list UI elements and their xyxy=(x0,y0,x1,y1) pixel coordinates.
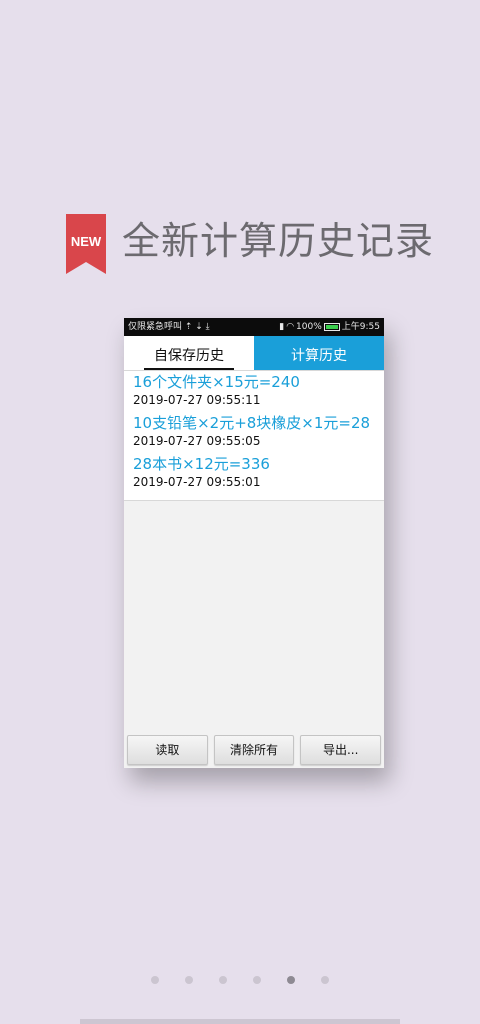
tab-calc-history-label: 计算历史 xyxy=(291,348,347,364)
status-bar: 仅限紧急呼叫 ⇡ ⇣ ⤓ ▮ ◠ 100% 上午9:55 xyxy=(124,318,384,336)
list-item[interactable]: 16个文件夹×15元=240 2019-07-27 09:55:11 xyxy=(124,373,384,409)
record-formula: 16个文件夹×15元=240 xyxy=(133,373,300,391)
new-badge-icon: NEW xyxy=(66,214,106,274)
history-list: 16个文件夹×15元=240 2019-07-27 09:55:11 10支铅笔… xyxy=(124,371,384,501)
page-indicator xyxy=(0,976,480,984)
phone-screenshot: 仅限紧急呼叫 ⇡ ⇣ ⤓ ▮ ◠ 100% 上午9:55 自保存历史 计算历史 … xyxy=(124,318,384,768)
clear-all-button[interactable]: 清除所有 xyxy=(213,735,295,765)
record-formula: 28本书×12元=336 xyxy=(133,455,270,473)
list-item[interactable]: 28本书×12元=336 2019-07-27 09:55:01 xyxy=(124,455,384,491)
status-carrier: 仅限紧急呼叫 ⇡ ⇣ ⤓ xyxy=(128,322,210,332)
tab-underline xyxy=(144,368,234,370)
tab-saved-history[interactable]: 自保存历史 xyxy=(124,336,254,370)
battery-icon xyxy=(323,323,340,331)
record-timestamp: 2019-07-27 09:55:05 xyxy=(133,434,261,448)
page-dot[interactable] xyxy=(185,976,193,984)
page-dot[interactable] xyxy=(151,976,159,984)
status-time: 上午9:55 xyxy=(341,322,380,332)
signal-icon: ▮ xyxy=(279,322,285,332)
status-right: ▮ ◠ 100% 上午9:55 xyxy=(279,318,380,336)
history-tabs: 自保存历史 计算历史 xyxy=(124,336,384,371)
list-item[interactable]: 10支铅笔×2元+8块橡皮×1元=28 2019-07-27 09:55:05 xyxy=(124,414,384,450)
wifi-icon: ◠ xyxy=(286,322,295,332)
record-formula: 10支铅笔×2元+8块橡皮×1元=28 xyxy=(133,414,371,432)
read-button[interactable]: 读取 xyxy=(127,735,208,765)
page-dot-active[interactable] xyxy=(287,976,295,984)
tab-calc-history[interactable]: 计算历史 xyxy=(254,336,384,370)
record-timestamp: 2019-07-27 09:55:01 xyxy=(133,475,261,489)
page-dot[interactable] xyxy=(253,976,261,984)
tab-saved-history-label: 自保存历史 xyxy=(154,348,224,364)
promo-headline: 全新计算历史记录 xyxy=(122,219,435,263)
badge-text: NEW xyxy=(71,234,102,249)
page-dot[interactable] xyxy=(219,976,227,984)
record-timestamp: 2019-07-27 09:55:11 xyxy=(133,393,261,407)
battery-percent: 100% xyxy=(296,322,322,332)
action-bar: 读取 清除所有 导出... xyxy=(124,735,384,765)
bottom-nav-hint xyxy=(80,1019,400,1024)
export-button[interactable]: 导出... xyxy=(300,735,382,765)
page-dot[interactable] xyxy=(321,976,329,984)
